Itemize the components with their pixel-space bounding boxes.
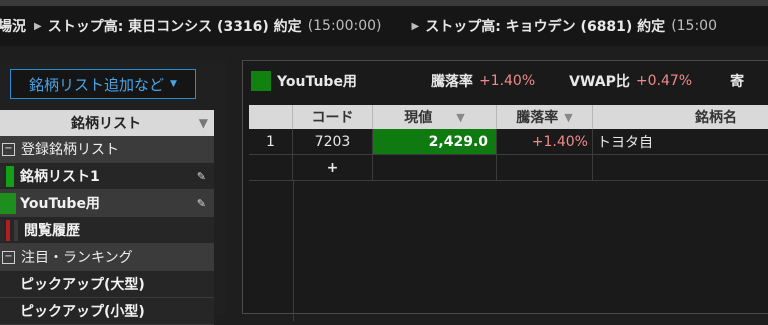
group-label: 登録銘柄リスト	[21, 142, 119, 158]
column-header-code[interactable]: コード	[293, 105, 373, 129]
group-registered-lists[interactable]: − 登録銘柄リスト	[0, 136, 214, 163]
column-header-name[interactable]: 銘柄名	[593, 105, 768, 129]
list-color-swatch	[6, 219, 10, 241]
stat-value: +1.40%	[478, 73, 536, 89]
watchlist-panel: YouTube用 騰落率 +1.40% VWAP比 +0.47% 寄 コード 現…	[242, 60, 768, 321]
current-price: 2,429.0	[373, 129, 497, 154]
watchlist-sidebar: 銘柄リスト追加など ▼ 銘柄リスト ▼ − 登録銘柄リスト 銘柄リスト1 ✎ Y…	[0, 60, 226, 325]
list-color-swatch	[6, 165, 14, 187]
sidebar-item-label: YouTube用	[20, 196, 100, 212]
filter-icon[interactable]: ▼	[456, 111, 464, 124]
column-header-price[interactable]: 現値 ▼	[373, 105, 497, 129]
add-watchlist-label: 銘柄リスト追加など	[29, 75, 165, 94]
change-percent: +1.40%	[497, 129, 593, 154]
add-stock-button[interactable]: +	[293, 155, 373, 180]
list-color-swatch	[0, 192, 16, 214]
panel-header: YouTube用 騰落率 +1.40% VWAP比 +0.47% 寄	[243, 61, 768, 101]
collapse-icon[interactable]: −	[2, 142, 15, 156]
add-watchlist-dropdown[interactable]: 銘柄リスト追加など ▼	[10, 69, 196, 99]
stat-label: 騰落率	[430, 74, 473, 90]
column-header-change[interactable]: 騰落率 ▼	[497, 105, 593, 129]
sidebar-item-pickup-small[interactable]: ピックアップ(小型)	[0, 298, 214, 325]
sidebar-item-label: ピックアップ(小型)	[20, 304, 145, 320]
play-icon: ▶	[34, 20, 42, 32]
ticker-lead: 場況	[0, 19, 26, 35]
caret-down-icon: ▼	[170, 79, 177, 89]
ticker-item-text: ストップ高: キョウデン (6881) 約定	[425, 19, 666, 35]
sidebar-item-youtube[interactable]: YouTube用 ✎	[0, 190, 214, 217]
sidebar-item-label: ピックアップ(大型)	[20, 277, 145, 293]
add-row[interactable]: +	[249, 155, 768, 181]
sidebar-item-list1[interactable]: 銘柄リスト1 ✎	[0, 163, 214, 190]
stat-value: +0.47%	[635, 73, 693, 89]
edit-pencil-icon[interactable]: ✎	[197, 170, 206, 183]
stock-name: トヨタ自	[597, 134, 653, 151]
edit-pencil-icon[interactable]: ✎	[197, 197, 206, 210]
filter-icon[interactable]: ▼	[564, 111, 572, 124]
sidebar-item-label: 銘柄リスト1	[20, 169, 100, 185]
stat-label: VWAP比	[569, 74, 630, 90]
group-rankings[interactable]: − 注目・ランキング	[0, 244, 214, 271]
table-header: コード 現値 ▼ 騰落率 ▼ 銘柄名	[249, 105, 768, 129]
stat-label: 寄	[730, 74, 745, 90]
ticker-item-time: (15:00:00)	[307, 18, 382, 34]
market-ticker: 場況 ▶ ストップ高: 東日コンシス (3316) 約定 (15:00:00) …	[0, 6, 768, 46]
row-index: 1	[249, 129, 293, 154]
watchlist-header[interactable]: 銘柄リスト ▼	[0, 110, 214, 136]
filter-icon[interactable]: ▼	[199, 116, 208, 130]
table-row[interactable]: 1 7203 2,429.0 +1.40% トヨタ自	[249, 129, 768, 155]
list-name: YouTube用	[277, 74, 357, 90]
stock-code: 7203	[293, 129, 373, 154]
sidebar-item-history[interactable]: 閲覧履歴	[0, 217, 214, 244]
column-header-index	[249, 105, 293, 129]
ticker-item-time: (15:00	[671, 18, 717, 34]
collapse-icon[interactable]: −	[2, 250, 15, 264]
sidebar-item-label: 閲覧履歴	[24, 223, 80, 239]
group-label: 注目・ランキング	[21, 250, 133, 266]
sidebar-item-pickup-large[interactable]: ピックアップ(大型)	[0, 271, 214, 298]
play-icon: ▶	[411, 20, 420, 32]
list-color-swatch	[251, 71, 271, 91]
watchlist-header-label: 銘柄リスト	[71, 116, 141, 132]
ticker-item-text: ストップ高: 東日コンシス (3316) 約定	[47, 19, 302, 35]
